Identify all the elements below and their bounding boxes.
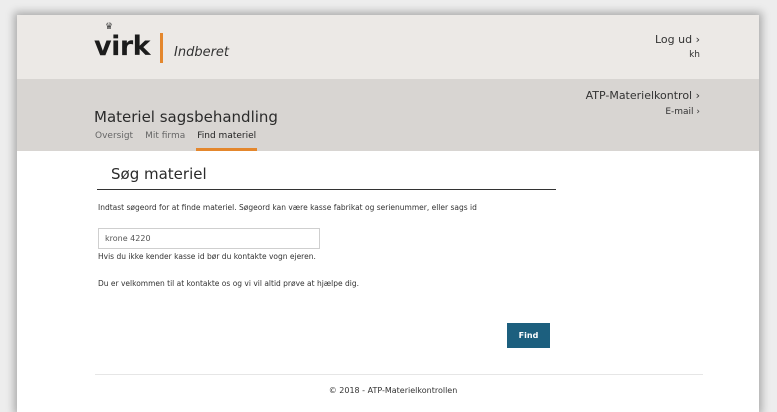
section-divider: [97, 189, 556, 190]
footer-divider: [95, 374, 703, 375]
page-title: Materiel sagsbehandling: [94, 108, 278, 126]
search-input[interactable]: [98, 228, 320, 249]
hint-text: Hvis du ikke kender kasse id bør du kont…: [98, 252, 316, 261]
logout-link[interactable]: Log ud ›: [655, 33, 700, 46]
nav-tabs: Oversigt Mit firma Find materiel: [94, 127, 258, 151]
tab-mit-firma[interactable]: Mit firma: [144, 127, 186, 147]
intro-text: Indtast søgeord for at finde materiel. S…: [98, 203, 477, 212]
section-title: Søg materiel: [111, 165, 207, 183]
tab-oversigt[interactable]: Oversigt: [94, 127, 134, 147]
browser-window: ♛ virk Indberet Log ud › kh Materiel sag…: [17, 15, 759, 412]
footer-copyright: © 2018 - ATP-Materielkontrollen: [328, 386, 458, 395]
find-button[interactable]: Find: [507, 323, 550, 348]
main-content: Søg materiel Indtast søgeord for at find…: [17, 151, 759, 412]
user-initials: kh: [689, 50, 700, 60]
virk-logo[interactable]: virk: [94, 32, 151, 62]
app-name: Indberet: [174, 45, 230, 60]
atp-materielkontrol-link[interactable]: ATP-Materielkontrol ›: [586, 89, 700, 102]
tab-find-materiel[interactable]: Find materiel: [196, 127, 258, 151]
logo-divider: [160, 33, 163, 63]
top-header: ♛ virk Indberet Log ud › kh: [17, 15, 759, 79]
welcome-text: Du er velkommen til at kontakte os og vi…: [98, 279, 359, 288]
sub-header: Materiel sagsbehandling ATP-Materielkont…: [17, 79, 759, 151]
email-link[interactable]: E-mail ›: [665, 107, 700, 117]
